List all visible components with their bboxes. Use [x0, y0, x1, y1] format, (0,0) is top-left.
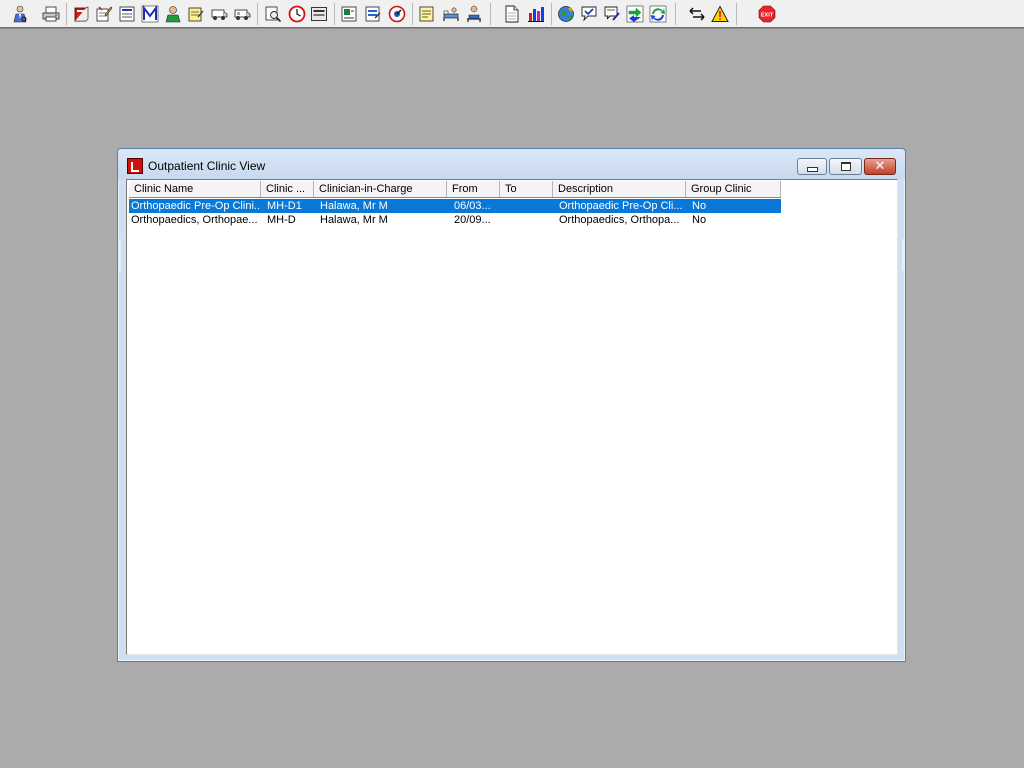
- cell-from: 20/09...: [454, 214, 491, 226]
- cell-group-clinic: No: [692, 200, 707, 212]
- page-icon[interactable]: [502, 4, 522, 24]
- table-row[interactable]: Orthopaedics, Orthopae... MH-D Halawa, M…: [129, 213, 781, 227]
- minimize-icon: [806, 167, 818, 172]
- patient-bed-icon[interactable]: [464, 4, 484, 24]
- close-icon: ✕: [874, 159, 886, 174]
- cell-clinic-name: Orthopaedic Pre-Op Clini...: [131, 200, 261, 212]
- vehicle-icon[interactable]: [209, 4, 229, 24]
- cell-description: Orthopaedic Pre-Op Cli...: [559, 200, 683, 212]
- window-edge-right: [902, 239, 905, 271]
- column-header-description[interactable]: Description: [553, 181, 686, 197]
- m-letter-icon[interactable]: [140, 4, 160, 24]
- globe-icon[interactable]: [556, 4, 576, 24]
- transfer-arrows-icon[interactable]: [687, 4, 707, 24]
- window-title: Outpatient Clinic View: [148, 159, 266, 173]
- notepad-pencil-icon[interactable]: [94, 4, 114, 24]
- book-red-icon[interactable]: [71, 4, 91, 24]
- minimize-button[interactable]: [797, 158, 827, 175]
- outpatient-clinic-window: Outpatient Clinic View ✕ Clinic Name Cli…: [117, 148, 906, 662]
- note-yellow-icon[interactable]: [186, 4, 206, 24]
- close-button[interactable]: ✕: [864, 158, 896, 175]
- column-header-from[interactable]: From: [447, 181, 500, 197]
- maximize-icon: [840, 162, 851, 171]
- image-doc-icon[interactable]: [339, 4, 359, 24]
- clock-icon[interactable]: [287, 4, 307, 24]
- cell-clinician: Halawa, Mr M: [320, 200, 388, 212]
- comment-check-icon[interactable]: [579, 4, 599, 24]
- cell-clinic-name: Orthopaedics, Orthopae...: [131, 214, 258, 226]
- document-search-icon[interactable]: [263, 4, 283, 24]
- cell-to: [500, 213, 553, 227]
- column-header-clinic-code[interactable]: Clinic ...: [261, 181, 314, 197]
- clinic-list-view[interactable]: Clinic Name Clinic ... Clinician-in-Char…: [126, 179, 898, 655]
- bar-chart-icon[interactable]: [526, 4, 546, 24]
- column-header-clinic-name[interactable]: Clinic Name: [129, 181, 261, 197]
- vehicle-alt-icon[interactable]: [232, 4, 252, 24]
- cell-description: Orthopaedics, Orthopa...: [559, 214, 680, 226]
- gauge-icon[interactable]: [387, 4, 407, 24]
- cell-group-clinic: No: [692, 214, 707, 226]
- column-header-group-clinic[interactable]: Group Clinic: [686, 181, 781, 197]
- cell-clinician: Halawa, Mr M: [320, 214, 388, 226]
- cell-to: [500, 199, 553, 213]
- window-edge-left: [118, 239, 121, 271]
- main-toolbar: EXIT: [0, 0, 1024, 29]
- window-titlebar[interactable]: Outpatient Clinic View ✕: [118, 149, 905, 179]
- person-green-icon[interactable]: [163, 4, 183, 24]
- cell-from: 06/03...: [454, 200, 491, 212]
- printer-icon[interactable]: [41, 4, 61, 24]
- clinician-icon[interactable]: [10, 4, 30, 24]
- exit-icon[interactable]: EXIT: [757, 4, 777, 24]
- panel-icon[interactable]: [309, 4, 329, 24]
- form-edit-icon[interactable]: [363, 4, 383, 24]
- bed-icon[interactable]: [441, 4, 461, 24]
- document-list-icon[interactable]: [117, 4, 137, 24]
- warning-icon[interactable]: [710, 4, 730, 24]
- table-row[interactable]: Orthopaedic Pre-Op Clini... MH-D1 Halawa…: [129, 199, 781, 213]
- exit-label: EXIT: [761, 13, 774, 19]
- cell-clinic-code: MH-D1: [267, 200, 302, 212]
- column-header-clinician[interactable]: Clinician-in-Charge: [314, 181, 447, 197]
- maximize-button[interactable]: [829, 158, 862, 175]
- column-header-to[interactable]: To: [500, 181, 553, 197]
- arrows-green-icon[interactable]: [625, 4, 645, 24]
- list-header: Clinic Name Clinic ... Clinician-in-Char…: [129, 181, 781, 198]
- app-logo-icon: [127, 158, 143, 174]
- note-lines-icon[interactable]: [417, 4, 437, 24]
- arrows-refresh-icon[interactable]: [648, 4, 668, 24]
- comment-edit-icon[interactable]: [602, 4, 622, 24]
- cell-clinic-code: MH-D: [267, 214, 296, 226]
